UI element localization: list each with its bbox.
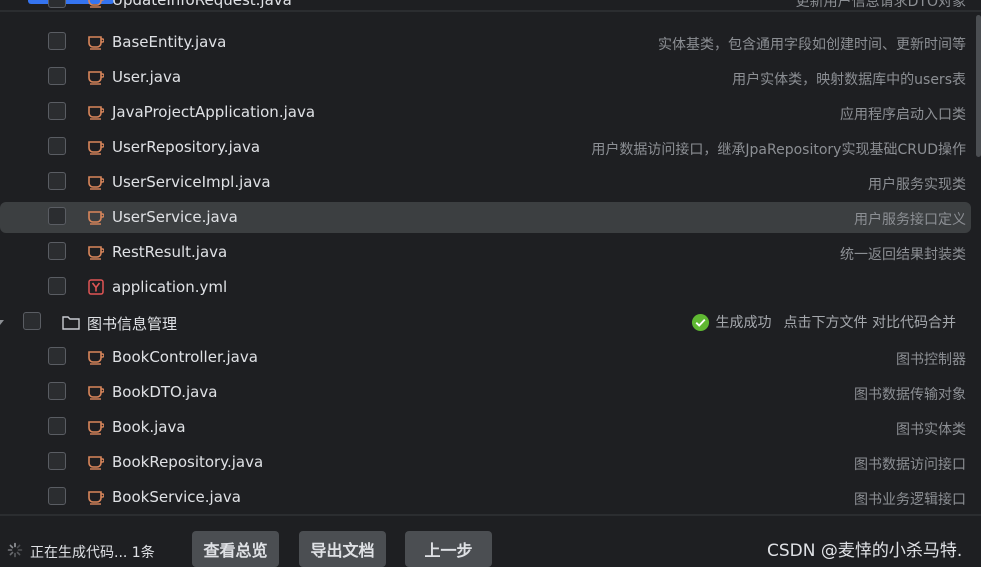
folder-icon <box>62 316 80 330</box>
file-description: 更新用户信息请求DTO对象 <box>795 0 966 10</box>
file-name: BookService.java <box>112 488 241 506</box>
file-description: 用户服务实现类 <box>868 177 966 193</box>
folder-name: 图书信息管理 <box>87 315 178 333</box>
file-checkbox[interactable] <box>48 417 66 435</box>
file-name: User.java <box>112 68 182 86</box>
file-checkbox[interactable] <box>48 102 66 120</box>
file-description: 图书控制器 <box>896 352 966 368</box>
file-row[interactable]: BookController.java 图书控制器 <box>0 342 971 373</box>
status-success-text: 生成成功 <box>715 315 772 331</box>
csdn-watermark: CSDN @麦悻的小杀马特. <box>767 541 963 561</box>
file-description: 图书业务逻辑接口 <box>854 492 966 508</box>
file-row[interactable]: User.java 用户实体类，映射数据库中的users表 <box>0 62 971 93</box>
success-check-icon <box>691 313 709 331</box>
file-row[interactable]: BookDTO.java 图书数据传输对象 <box>0 377 971 408</box>
java-file-icon <box>88 386 104 400</box>
file-checkbox[interactable] <box>48 137 66 155</box>
file-description: 用户服务接口定义 <box>854 212 966 228</box>
file-name: BookController.java <box>112 348 258 366</box>
file-row[interactable]: BaseEntity.java 实体基类，包含通用字段如创建时间、更新时间等 <box>0 27 971 58</box>
file-name: Book.java <box>112 418 186 436</box>
file-checkbox[interactable] <box>48 67 66 85</box>
status-hint-text: 点击下方文件 对比代码合并 <box>783 315 956 331</box>
folder-row[interactable]: 图书信息管理 生成成功 点击下方文件 对比代码合并 <box>0 307 971 338</box>
java-file-icon <box>88 176 104 190</box>
file-tree: UpdateInfoRequest.java 更新用户信息请求DTO对象 Bas… <box>0 0 981 514</box>
file-checkbox[interactable] <box>48 172 66 190</box>
file-name: UserServiceImpl.java <box>112 173 271 191</box>
bottom-toolbar: 正在生成代码... 1条 查看总览 导出文档 上一步 CSDN @麦悻的小杀马特… <box>0 514 981 567</box>
file-checkbox[interactable] <box>48 452 66 470</box>
file-name: application.yml <box>112 278 228 296</box>
file-description: 应用程序启动入口类 <box>840 107 966 123</box>
file-row[interactable]: application.yml <box>0 272 971 303</box>
generation-progress-text: 正在生成代码... 1条 <box>30 545 155 561</box>
file-row[interactable]: UpdateInfoRequest.java 更新用户信息请求DTO对象 <box>0 0 971 12</box>
file-checkbox[interactable] <box>48 242 66 260</box>
file-row[interactable]: RestResult.java 统一返回结果封装类 <box>0 237 971 268</box>
view-overview-button[interactable]: 查看总览 <box>192 531 279 567</box>
java-file-icon <box>88 351 104 365</box>
file-name: UpdateInfoRequest.java <box>112 0 292 9</box>
file-name: BookDTO.java <box>112 383 218 401</box>
java-file-icon <box>88 0 104 8</box>
vertical-scrollbar[interactable] <box>976 15 981 157</box>
file-name: RestResult.java <box>112 243 228 261</box>
file-name: BaseEntity.java <box>112 33 227 51</box>
file-description: 统一返回结果封装类 <box>840 247 966 263</box>
file-checkbox[interactable] <box>48 207 66 225</box>
previous-step-button[interactable]: 上一步 <box>405 531 492 567</box>
file-description: 用户数据访问接口，继承JpaRepository实现基础CRUD操作 <box>591 142 966 158</box>
export-document-button[interactable]: 导出文档 <box>299 531 386 567</box>
java-file-icon <box>88 106 104 120</box>
file-row[interactable]: Book.java 图书实体类 <box>0 412 971 443</box>
file-row[interactable]: BookRepository.java 图书数据访问接口 <box>0 447 971 478</box>
file-row-selected[interactable]: UserService.java 用户服务接口定义 <box>0 202 971 233</box>
file-row[interactable]: UserServiceImpl.java 用户服务实现类 <box>0 167 971 198</box>
file-row[interactable]: UserRepository.java 用户数据访问接口，继承JpaReposi… <box>0 132 971 163</box>
file-name: UserRepository.java <box>112 138 261 156</box>
expand-caret-icon[interactable] <box>0 320 4 325</box>
file-checkbox[interactable] <box>48 382 66 400</box>
java-file-icon <box>88 141 104 155</box>
java-file-icon <box>88 456 104 470</box>
file-name: JavaProjectApplication.java <box>112 103 316 121</box>
file-description: 用户实体类，映射数据库中的users表 <box>732 72 966 88</box>
file-name: BookRepository.java <box>112 453 264 471</box>
java-file-icon <box>88 71 104 85</box>
file-row[interactable]: BookService.java 图书业务逻辑接口 <box>0 482 971 513</box>
java-file-icon <box>88 491 104 505</box>
java-file-icon <box>88 246 104 260</box>
yaml-file-icon <box>88 279 104 295</box>
file-description: 实体基类，包含通用字段如创建时间、更新时间等 <box>658 37 966 53</box>
java-file-icon <box>88 36 104 50</box>
java-file-icon <box>88 421 104 435</box>
file-name: UserService.java <box>112 208 238 226</box>
file-checkbox[interactable] <box>48 32 66 50</box>
file-checkbox[interactable] <box>48 487 66 505</box>
file-checkbox[interactable] <box>48 277 66 295</box>
file-row[interactable]: JavaProjectApplication.java 应用程序启动入口类 <box>0 97 971 128</box>
folder-checkbox[interactable] <box>23 312 41 330</box>
generation-status: 生成成功 点击下方文件 对比代码合并 <box>691 312 956 332</box>
file-description: 图书数据访问接口 <box>854 457 966 473</box>
loading-spinner-icon <box>7 542 23 558</box>
file-checkbox[interactable] <box>48 347 66 365</box>
file-description: 图书数据传输对象 <box>854 387 966 403</box>
java-file-icon <box>88 211 104 225</box>
file-checkbox[interactable] <box>48 0 66 8</box>
file-description: 图书实体类 <box>896 422 966 438</box>
